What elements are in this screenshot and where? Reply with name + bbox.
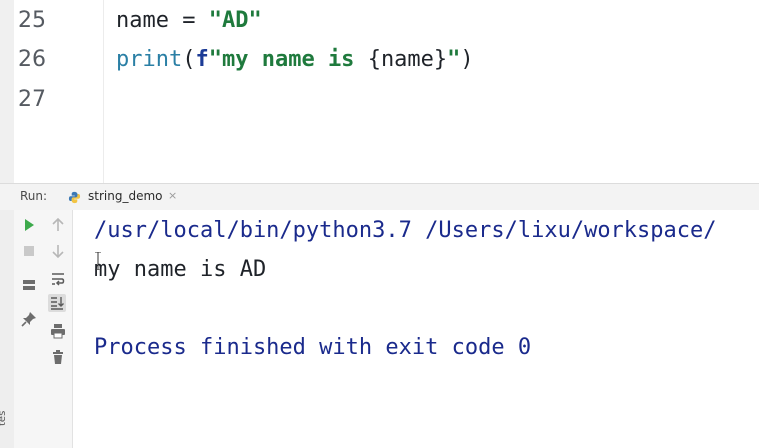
brace-open: { <box>367 47 381 72</box>
text-cursor-icon <box>95 252 101 270</box>
line-number: 27 <box>18 87 46 112</box>
run-label: Run: <box>20 189 48 203</box>
run-tab-title: string_demo <box>88 189 163 203</box>
console-exit-message: Process finished with exit code 0 <box>94 335 532 360</box>
down-arrow-icon[interactable] <box>49 242 67 260</box>
open-paren: ( <box>182 47 196 72</box>
run-toolbar-primary <box>14 210 44 448</box>
stop-icon[interactable] <box>20 242 38 260</box>
interpolated-variable: name <box>380 47 434 72</box>
console-output-line: my name is AD <box>94 257 267 282</box>
editor-left-strip <box>0 0 14 183</box>
gutter-divider <box>103 0 104 183</box>
run-tool-window-header: Run: string_demo × <box>0 183 759 211</box>
assign-operator: = <box>168 8 209 33</box>
python-icon <box>68 191 81 204</box>
variable-name: name <box>116 8 169 33</box>
brace-close: } <box>433 47 448 72</box>
up-arrow-icon[interactable] <box>49 216 67 234</box>
soft-wrap-icon[interactable] <box>49 270 67 288</box>
close-tab-icon[interactable]: × <box>168 189 177 202</box>
string-literal: "my name is <box>208 47 368 72</box>
run-icon[interactable] <box>20 216 38 234</box>
code-editor[interactable]: 25 name = "AD" 26 print(f"my name is {na… <box>0 0 759 183</box>
pin-icon[interactable] <box>20 310 38 328</box>
run-toolbar-secondary <box>44 210 73 448</box>
string-literal: "AD" <box>208 8 262 33</box>
line-number: 25 <box>18 8 46 33</box>
scroll-to-end-icon[interactable] <box>48 294 66 312</box>
run-console[interactable]: /usr/local/bin/python3.7 /Users/lixu/wor… <box>73 210 759 448</box>
line-number: 26 <box>18 47 46 72</box>
trash-icon[interactable] <box>49 348 67 366</box>
builtin-print: print <box>116 47 183 72</box>
run-tab-string-demo[interactable]: string_demo × <box>64 184 192 210</box>
console-command-line: /usr/local/bin/python3.7 /Users/lixu/wor… <box>94 218 717 243</box>
code-line-26[interactable]: print(f"my name is {name}") <box>116 47 474 73</box>
close-paren: ) <box>460 47 474 72</box>
string-literal-end: " <box>447 47 461 72</box>
code-line-25[interactable]: name = "AD" <box>116 8 262 34</box>
edge-label: tes <box>0 410 8 426</box>
print-icon[interactable] <box>49 322 67 340</box>
layout-icon[interactable] <box>20 276 38 294</box>
fstring-prefix: f <box>195 47 209 72</box>
